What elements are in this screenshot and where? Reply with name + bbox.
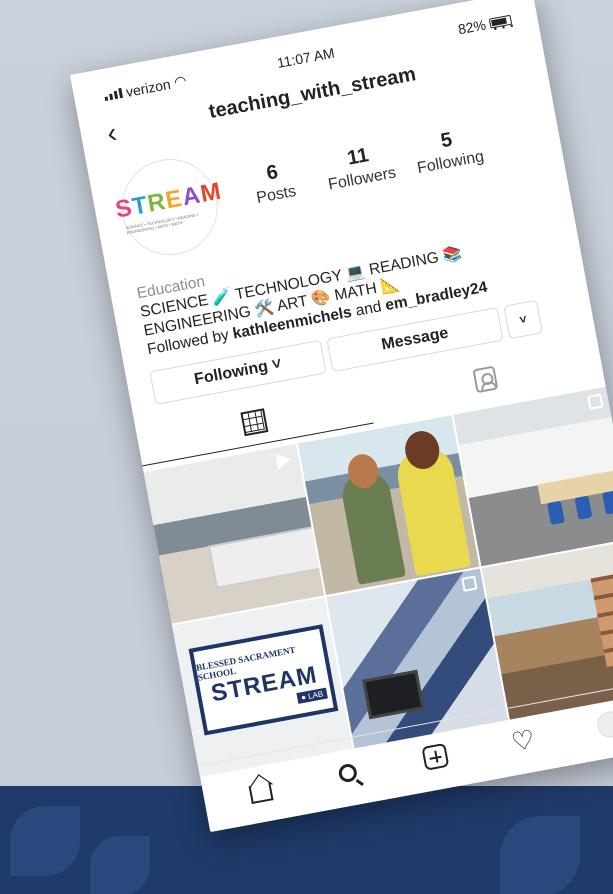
carousel-icon xyxy=(587,393,604,410)
nav-activity[interactable]: ♡ xyxy=(500,717,547,764)
nav-home[interactable] xyxy=(237,766,284,813)
grid-icon xyxy=(239,407,268,436)
photo-tile[interactable] xyxy=(143,443,325,624)
tagged-person-icon xyxy=(471,365,498,394)
photo-content xyxy=(590,571,613,668)
following-count[interactable]: 5 Following xyxy=(411,124,486,179)
suggested-accounts-button[interactable]: ˅ xyxy=(503,299,543,340)
photo-content xyxy=(546,500,565,525)
nav-search[interactable] xyxy=(324,749,371,796)
photo-content xyxy=(339,467,407,585)
decor-leaf xyxy=(90,836,150,894)
decor-leaf xyxy=(500,816,580,894)
photo-content xyxy=(362,669,425,720)
profile-avatar-icon xyxy=(595,708,613,739)
photo-tile[interactable] xyxy=(453,386,613,567)
carousel-icon xyxy=(460,575,478,592)
profile-stats: 6 Posts 11 Followers 5 Following xyxy=(240,124,486,210)
photo-content xyxy=(574,495,592,520)
followed-by-joiner: and xyxy=(350,297,388,321)
photo-tile[interactable] xyxy=(298,415,480,595)
photo-content xyxy=(208,525,325,589)
avatar[interactable]: STREAM SCIENCE • TECHNOLOGY • READING • … xyxy=(113,151,226,263)
battery-percent: 82% xyxy=(456,16,488,38)
add-post-icon xyxy=(421,742,450,771)
nav-profile[interactable] xyxy=(587,701,613,748)
followers-count[interactable]: 11 Followers xyxy=(322,140,397,195)
phone-screen: verizon ◠ 11:07 AM 82% ‹ teaching_with_s… xyxy=(70,0,613,833)
decor-leaf xyxy=(10,806,80,876)
video-icon xyxy=(275,451,293,470)
heart-icon: ♡ xyxy=(508,723,538,757)
photo-content xyxy=(601,490,613,515)
nav-add[interactable] xyxy=(412,733,459,780)
stream-lab-sign: BLESSED SACRAMENT SCHOOL STREAM ● LAB xyxy=(188,624,339,736)
search-icon xyxy=(337,762,359,784)
home-icon xyxy=(248,781,274,804)
posts-count: 6 Posts xyxy=(240,156,309,210)
ellipsis-icon[interactable]: ··· xyxy=(489,11,518,41)
